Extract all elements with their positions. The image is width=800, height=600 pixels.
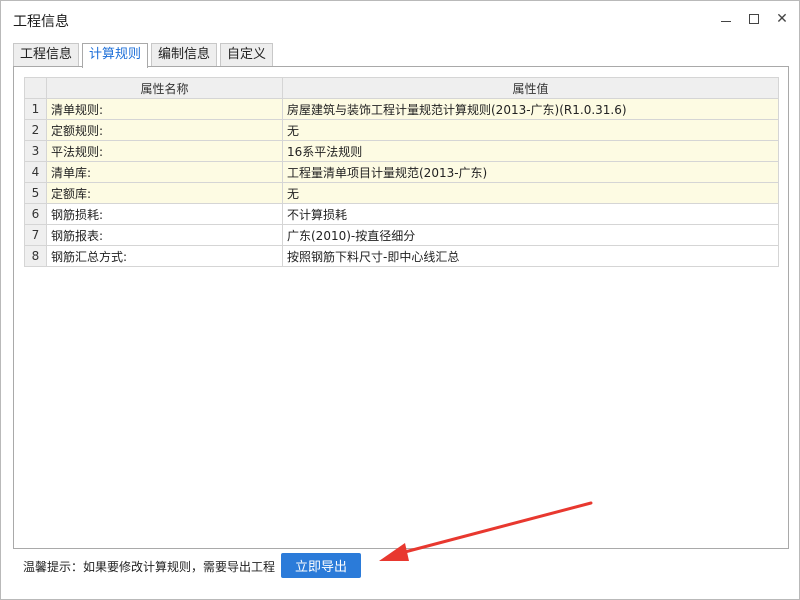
- table-header-row: 属性名称 属性值: [24, 77, 779, 99]
- property-name-cell: 定额库:: [46, 182, 283, 204]
- window-title: 工程信息: [13, 14, 69, 30]
- row-index: 1: [24, 98, 47, 120]
- property-name-cell: 钢筋报表:: [46, 224, 283, 246]
- property-value-cell[interactable]: 不计算损耗: [282, 203, 779, 225]
- property-name-cell: 平法规则:: [46, 140, 283, 162]
- property-name-cell: 钢筋汇总方式:: [46, 245, 283, 267]
- close-button[interactable]: ✕: [773, 10, 791, 28]
- minimize-icon: [721, 20, 731, 22]
- row-index: 7: [24, 224, 47, 246]
- property-name-cell: 定额规则:: [46, 119, 283, 141]
- property-value-cell[interactable]: 无: [282, 119, 779, 141]
- row-index: 5: [24, 182, 47, 204]
- tab-panel: 属性名称 属性值 1 清单规则: 房屋建筑与装饰工程计量规范计算规则(2013-广东…: [13, 66, 789, 549]
- property-name-cell: 清单库:: [46, 161, 283, 183]
- row-index: 6: [24, 203, 47, 225]
- table-body: 1 清单规则: 房屋建筑与装饰工程计量规范计算规则(2013-广东)(R1.0.31…: [24, 98, 779, 267]
- property-value-cell[interactable]: 广东(2010)-按直径细分: [282, 224, 779, 246]
- property-value-cell[interactable]: 无: [282, 182, 779, 204]
- property-name-cell: 钢筋损耗:: [46, 203, 283, 225]
- table-row[interactable]: 5 定额库: 无: [24, 182, 779, 204]
- row-index: 4: [24, 161, 47, 183]
- table-row[interactable]: 6 钢筋损耗: 不计算损耗: [24, 203, 779, 225]
- row-index: 3: [24, 140, 47, 162]
- close-icon: ✕: [776, 11, 788, 27]
- tab-custom[interactable]: 自定义: [220, 43, 274, 67]
- tab-project-info[interactable]: 工程信息: [13, 43, 80, 67]
- table-row[interactable]: 4 清单库: 工程量清单项目计量规范(2013-广东): [24, 161, 779, 183]
- table-row[interactable]: 8 钢筋汇总方式: 按照钢筋下料尺寸-即中心线汇总: [24, 245, 779, 267]
- property-name-cell: 清单规则:: [46, 98, 283, 120]
- property-table: 属性名称 属性值 1 清单规则: 房屋建筑与装饰工程计量规范计算规则(2013-广东…: [24, 77, 779, 267]
- property-value-cell[interactable]: 16系平法规则: [282, 140, 779, 162]
- tab-calc-rules[interactable]: 计算规则: [82, 43, 149, 68]
- header-property-value[interactable]: 属性值: [282, 77, 779, 99]
- table-row[interactable]: 3 平法规则: 16系平法规则: [24, 140, 779, 162]
- table-row[interactable]: 2 定额规则: 无: [24, 119, 779, 141]
- property-value-cell[interactable]: 按照钢筋下料尺寸-即中心线汇总: [282, 245, 779, 267]
- tab-bar: 工程信息 计算规则 编制信息 自定义: [13, 43, 276, 68]
- title-bar: 工程信息 ✕: [1, 1, 799, 39]
- header-index: [24, 77, 47, 99]
- table-row[interactable]: 7 钢筋报表: 广东(2010)-按直径细分: [24, 224, 779, 246]
- table-row[interactable]: 1 清单规则: 房屋建筑与装饰工程计量规范计算规则(2013-广东)(R1.0.31…: [24, 98, 779, 120]
- property-value-cell[interactable]: 工程量清单项目计量规范(2013-广东): [282, 161, 779, 183]
- header-property-name[interactable]: 属性名称: [46, 77, 283, 99]
- maximize-button[interactable]: [745, 10, 763, 28]
- project-info-window: 工程信息 ✕ 工程信息 计算规则 编制信息 自定义 属性名称 属性值 1 清单规则…: [0, 0, 800, 600]
- row-index: 8: [24, 245, 47, 267]
- minimize-button[interactable]: [717, 10, 735, 28]
- maximize-icon: [749, 14, 759, 24]
- row-index: 2: [24, 119, 47, 141]
- warm-tip-text: 温馨提示：如果要修改计算规则，需要导出工程: [23, 560, 276, 574]
- property-value-cell[interactable]: 房屋建筑与装饰工程计量规范计算规则(2013-广东)(R1.0.31.6): [282, 98, 779, 120]
- tab-compile-info[interactable]: 编制信息: [151, 43, 218, 67]
- export-now-button[interactable]: 立即导出: [281, 553, 361, 578]
